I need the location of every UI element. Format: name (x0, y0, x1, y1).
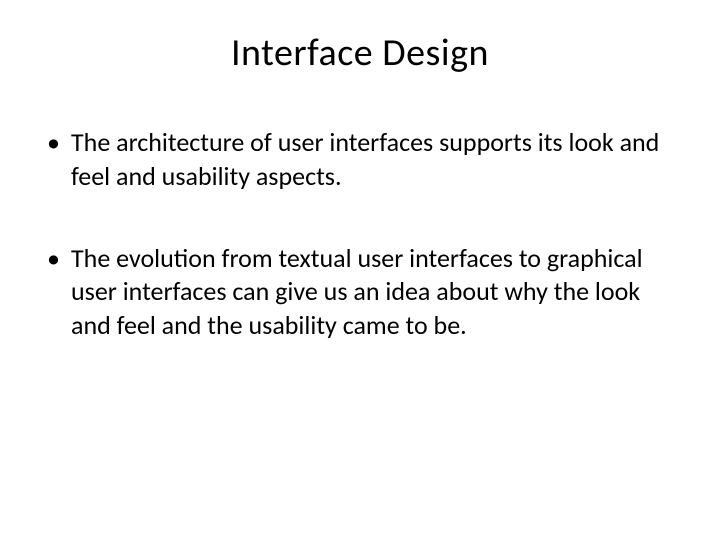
list-item: The evolution from textual user interfac… (43, 242, 685, 343)
slide-title: Interface Design (35, 30, 685, 76)
list-item: The architecture of user interfaces supp… (43, 126, 685, 194)
bullet-list: The architecture of user interfaces supp… (35, 126, 685, 343)
